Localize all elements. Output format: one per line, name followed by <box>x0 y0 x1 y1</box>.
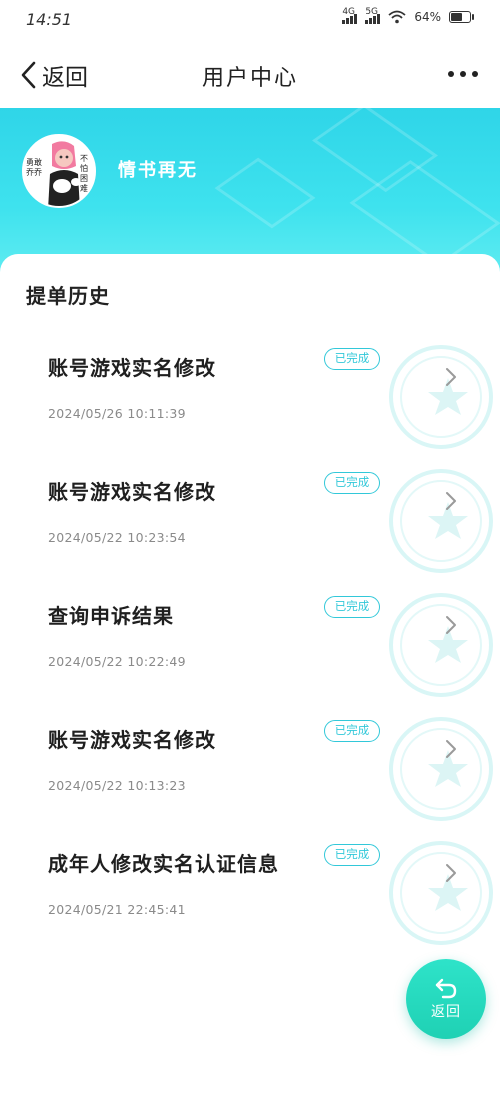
banner-decoration <box>214 157 316 229</box>
completed-stamp-icon <box>389 469 493 573</box>
record-time: 2024/05/22 10:23:54 <box>48 530 186 545</box>
status-badge: 已完成 <box>324 596 380 618</box>
chevron-right-icon <box>446 864 456 882</box>
signal-4g-icon: 4G <box>342 7 358 24</box>
status-badge: 已完成 <box>324 348 380 370</box>
username: 情书再无 <box>118 160 198 181</box>
history-record[interactable]: 查询申诉结果 已完成 2024/05/22 10:22:49 <box>0 593 500 724</box>
record-time: 2024/05/21 22:45:41 <box>48 902 186 917</box>
completed-stamp-icon <box>389 717 493 821</box>
more-menu-button[interactable] <box>448 62 478 86</box>
fab-label: 返回 <box>431 1004 461 1020</box>
battery-icon <box>449 11 474 23</box>
history-record[interactable]: 成年人修改实名认证信息 已完成 2024/05/21 22:45:41 <box>0 841 500 972</box>
chevron-right-icon <box>446 492 456 510</box>
completed-stamp-icon <box>389 593 493 697</box>
chevron-right-icon <box>446 368 456 386</box>
status-bar: 14:51 4G 5G 64% <box>0 0 500 40</box>
status-badge: 已完成 <box>324 720 380 742</box>
chevron-right-icon <box>446 616 456 634</box>
page-title: 用户中心 <box>201 66 298 91</box>
net1-label: 4G <box>342 7 356 17</box>
signal-5g-icon: 5G <box>365 7 381 24</box>
status-icons: 4G 5G 64% <box>342 7 474 24</box>
section-title: 提单历史 <box>26 284 110 308</box>
history-record[interactable]: 账号游戏实名修改 已完成 2024/05/26 10:11:39 <box>0 345 500 476</box>
more-dot-icon <box>460 71 466 77</box>
status-time: 14:51 <box>26 10 73 29</box>
wifi-icon <box>388 10 406 24</box>
completed-stamp-icon <box>389 841 493 945</box>
status-badge: 已完成 <box>324 472 380 494</box>
avatar[interactable]: 勇敢乔乔 不怕困难 <box>22 134 96 208</box>
undo-arrow-icon <box>435 978 457 999</box>
net2-label: 5G <box>365 7 379 17</box>
return-fab-button[interactable]: 返回 <box>406 959 486 1039</box>
history-record[interactable]: 账号游戏实名修改 已完成 2024/05/22 10:23:54 <box>0 469 500 600</box>
avatar-text-right: 不怕困难 <box>80 154 88 193</box>
record-title: 成年人修改实名认证信息 <box>48 852 279 876</box>
record-time: 2024/05/26 10:11:39 <box>48 406 186 421</box>
battery-percent: 64% <box>414 10 441 24</box>
history-record[interactable]: 账号游戏实名修改 已完成 2024/05/22 10:13:23 <box>0 717 500 848</box>
record-time: 2024/05/22 10:22:49 <box>48 654 186 669</box>
avatar-text-left: 勇敢乔乔 <box>26 158 42 177</box>
record-title: 查询申诉结果 <box>48 604 174 628</box>
completed-stamp-icon <box>389 345 493 449</box>
record-time: 2024/05/22 10:13:23 <box>48 778 186 793</box>
status-badge: 已完成 <box>324 844 380 866</box>
more-dot-icon <box>472 71 478 77</box>
record-title: 账号游戏实名修改 <box>48 728 216 752</box>
record-title: 账号游戏实名修改 <box>48 356 216 380</box>
record-title: 账号游戏实名修改 <box>48 480 216 504</box>
nav-bar: 返回 用户中心 <box>0 40 500 108</box>
chevron-right-icon <box>446 740 456 758</box>
more-dot-icon <box>448 71 454 77</box>
